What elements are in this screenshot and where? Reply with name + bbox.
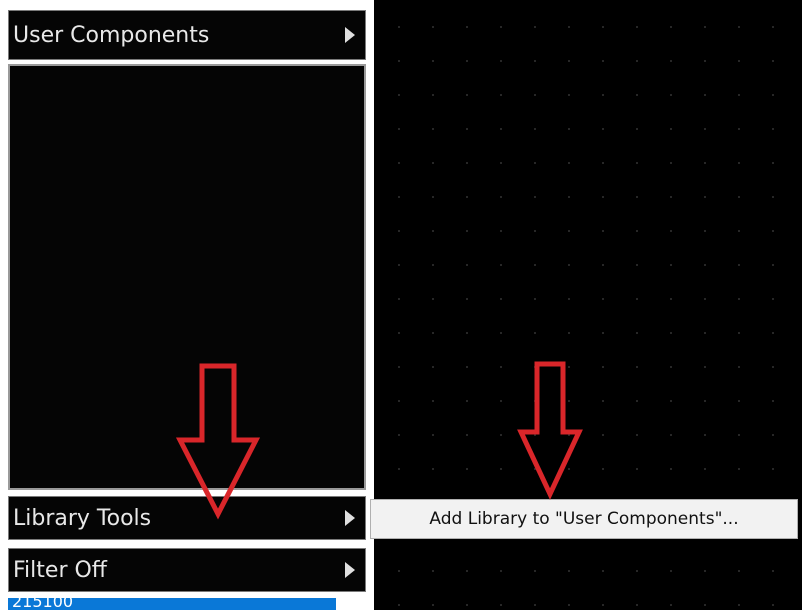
user-components-label: User Components — [13, 22, 210, 48]
annotation-arrow-down-icon — [517, 361, 583, 500]
chevron-right-icon — [345, 27, 355, 43]
library-tools-context-menu: Add Library to "User Components"... — [370, 499, 798, 539]
selected-list-item[interactable]: 215100 — [8, 598, 336, 610]
selected-item-text: 215100 — [12, 598, 74, 610]
menu-item-add-library[interactable]: Add Library to "User Components"... — [429, 509, 738, 529]
filter-label: Filter Off — [13, 557, 107, 583]
filter-dropdown[interactable]: Filter Off — [8, 548, 366, 592]
chevron-right-icon — [345, 562, 355, 578]
user-components-dropdown[interactable]: User Components — [8, 10, 366, 60]
chevron-right-icon — [345, 510, 355, 526]
annotation-arrow-down-icon — [176, 363, 260, 520]
app-window: User Components Library Tools Filter Off… — [0, 0, 802, 610]
